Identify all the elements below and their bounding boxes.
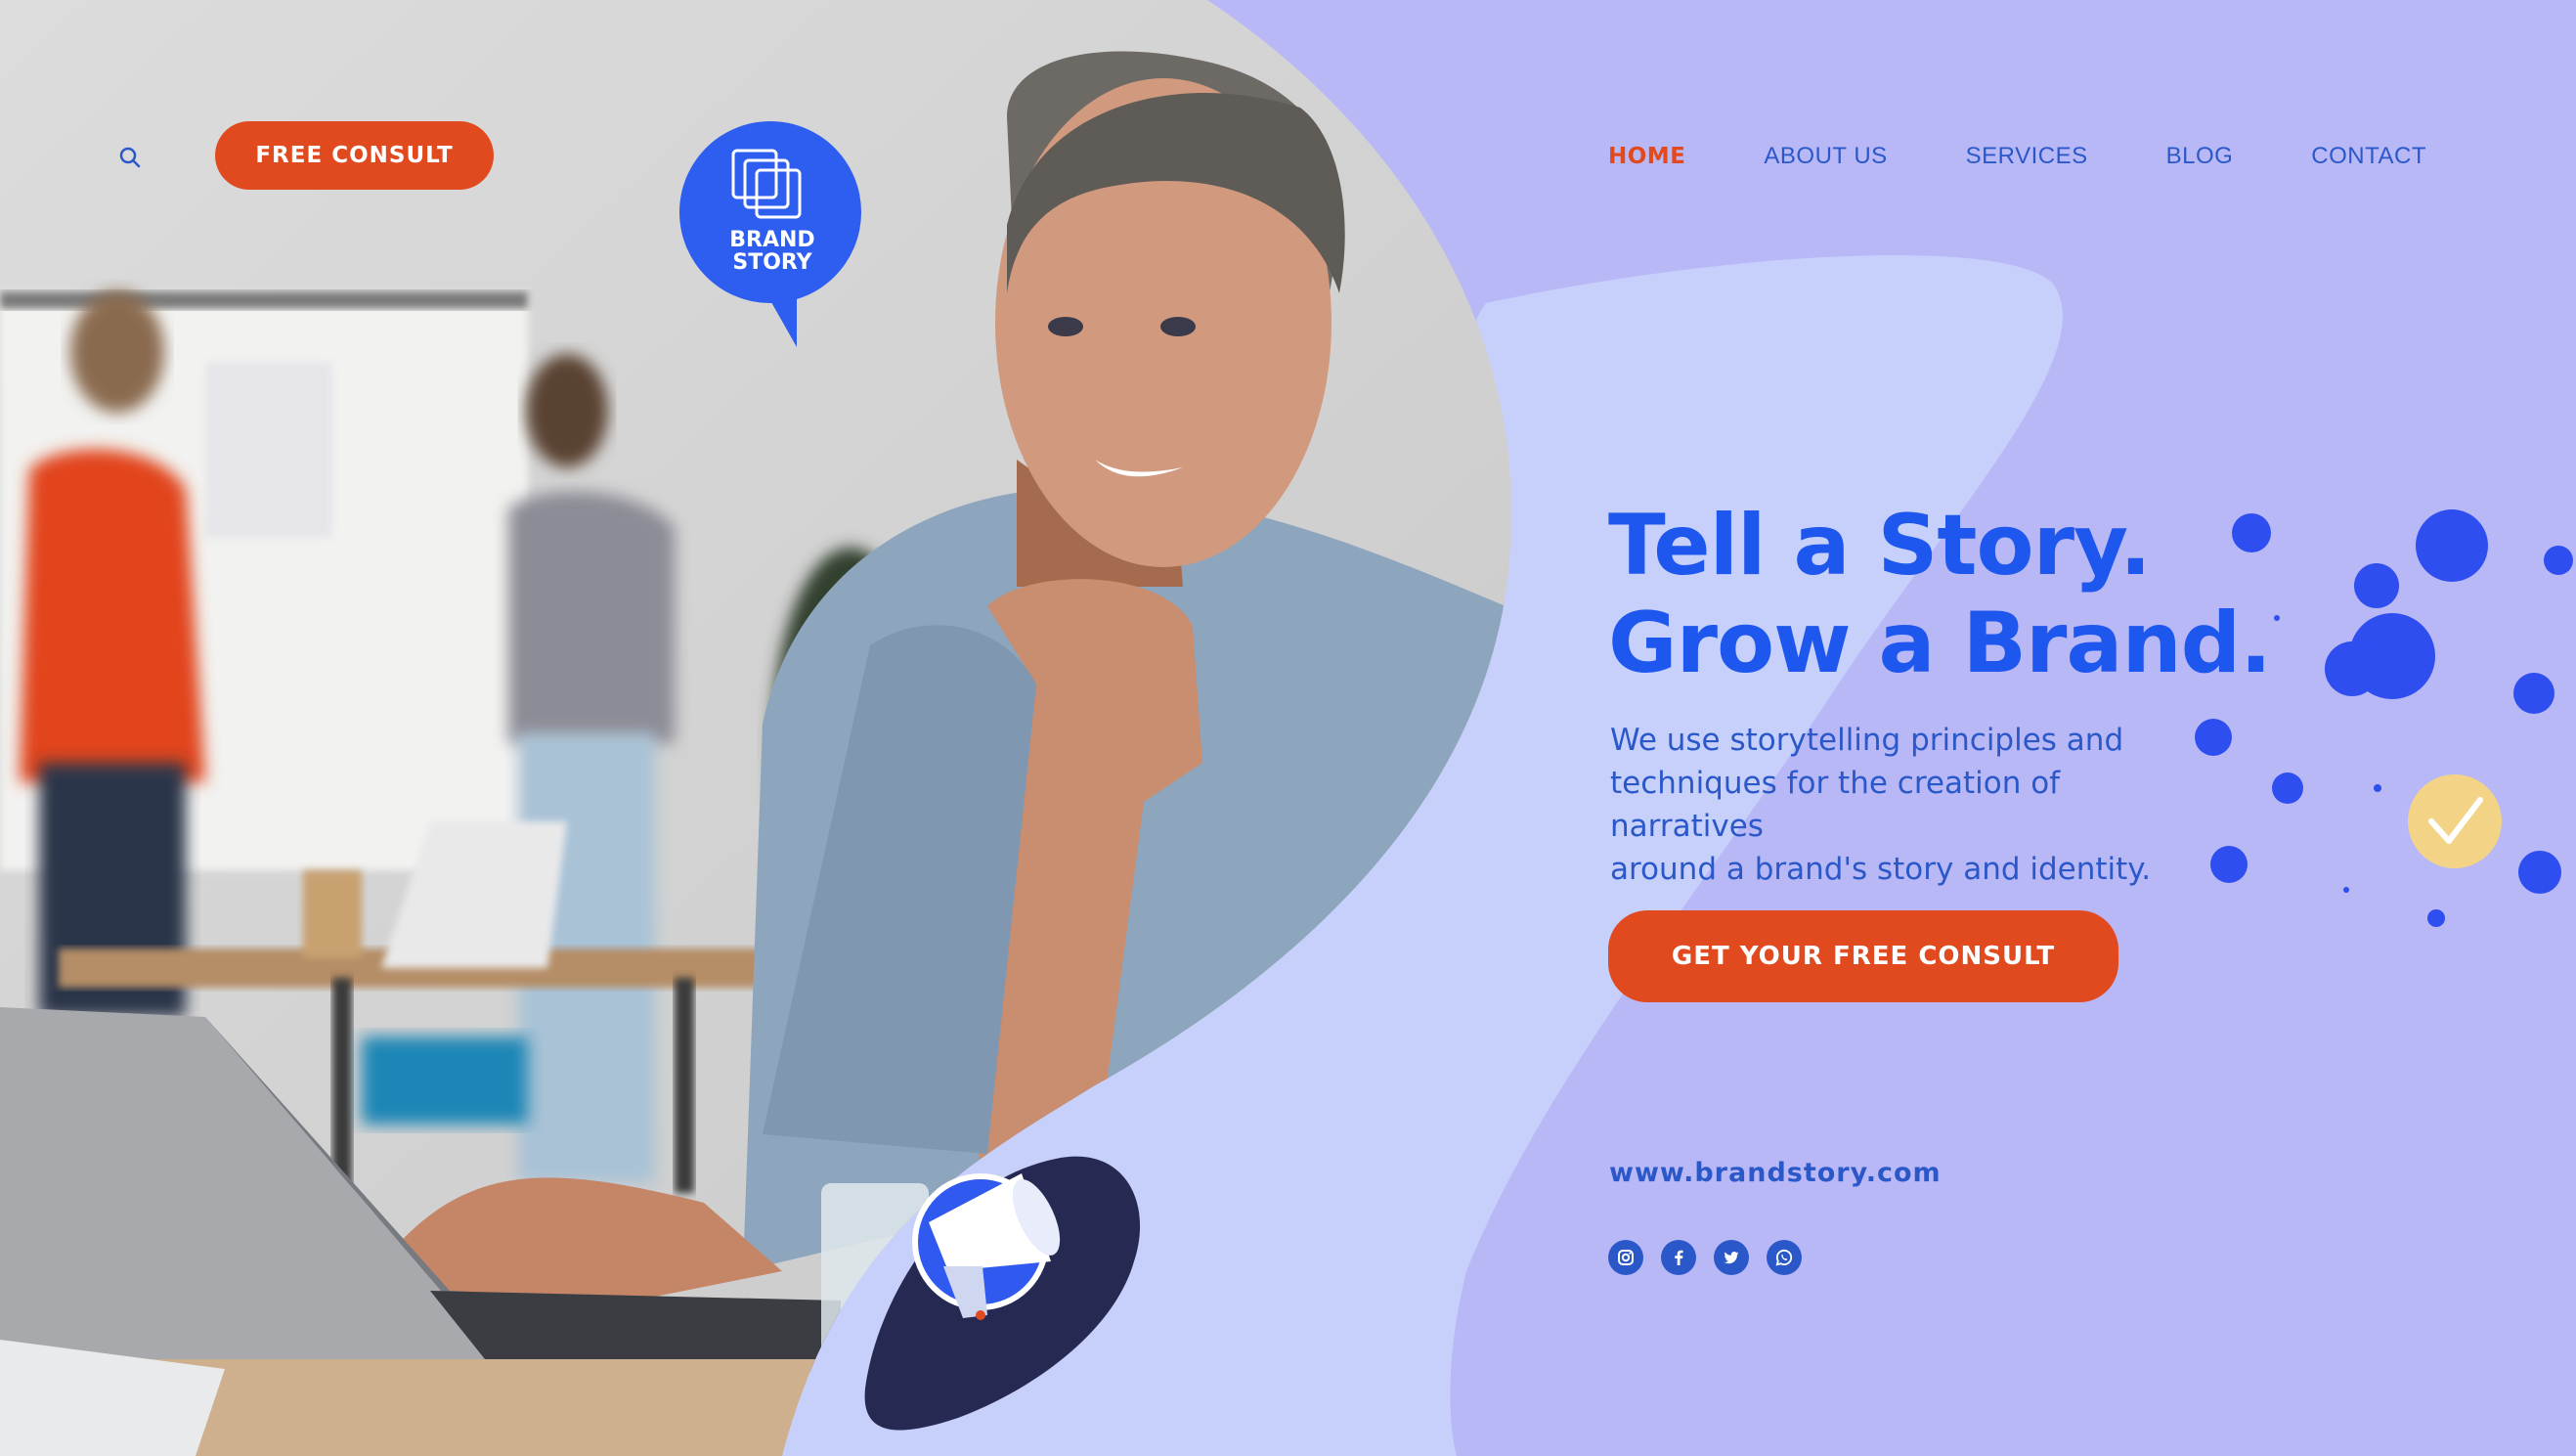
hero-description: We use storytelling principles and techn… [1610,719,2216,891]
description-line-2: techniques for the creation of narrative… [1610,766,2061,844]
whatsapp-icon[interactable] [1767,1240,1802,1275]
free-consult-button[interactable]: FREE CONSULT [215,121,494,190]
get-free-consult-button[interactable]: GET YOUR FREE CONSULT [1608,910,2118,1002]
instagram-icon[interactable] [1608,1240,1643,1275]
search-icon[interactable] [115,143,145,172]
nav-services[interactable]: SERVICES [1966,137,2088,176]
hero-headline: Tell a Story. Grow a Brand. [1608,497,2272,692]
nav-about-us[interactable]: ABOUT US [1764,137,1887,176]
twitter-icon[interactable] [1714,1240,1749,1275]
website-link[interactable]: www.brandstory.com [1609,1158,1942,1188]
social-links [1608,1240,1802,1275]
logo-line2: STORY [732,250,812,275]
logo-line1: BRAND [729,228,815,252]
main-nav: HOME ABOUT US SERVICES BLOG CONTACT [1608,137,2505,176]
facebook-icon[interactable] [1661,1240,1696,1275]
description-line-3: around a brand's story and identity. [1610,852,2152,887]
nav-contact[interactable]: CONTACT [2311,137,2426,176]
description-line-1: We use storytelling principles and [1610,723,2124,758]
brand-logo[interactable]: BRAND STORY [675,119,870,349]
nav-home[interactable]: HOME [1608,137,1685,176]
headline-line-2: Grow a Brand. [1608,595,2272,692]
headline-line-1: Tell a Story. [1608,497,2152,595]
nav-blog[interactable]: BLOG [2166,137,2234,176]
checkmark-badge [2408,774,2502,868]
